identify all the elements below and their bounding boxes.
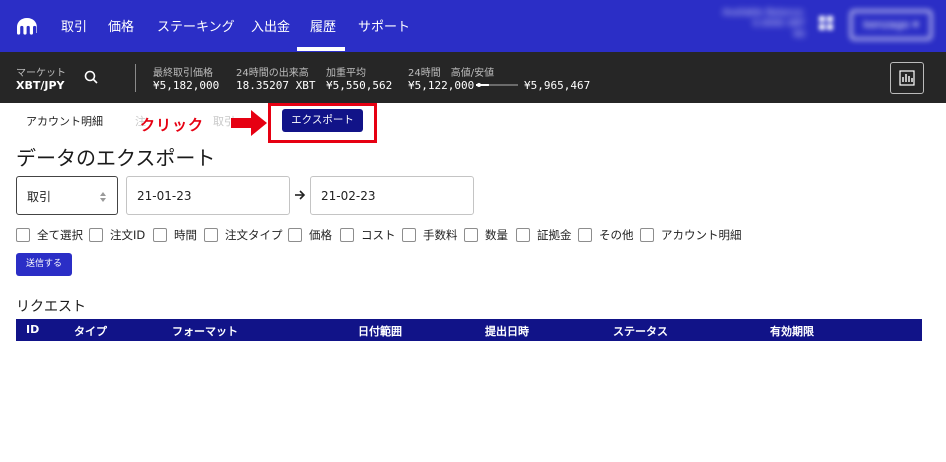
date-to-input[interactable]: 21-02-23 — [310, 176, 474, 215]
nav-item-history[interactable]: 履歴 — [310, 16, 336, 35]
requests-title: リクエスト — [16, 299, 86, 315]
balance-label: Available Balance: — [722, 8, 805, 18]
volume-label: 24時間の出来高 — [236, 68, 309, 79]
column-header-expiry[interactable]: 有効期限 — [770, 323, 814, 339]
nav-item-staking[interactable]: ステーキング — [157, 16, 235, 35]
range-slider-thumb — [476, 83, 481, 87]
user-menu-button[interactable]: kenzago ▾ — [850, 10, 932, 40]
nav-item-prices[interactable]: 価格 — [108, 16, 134, 35]
checkbox-ledger[interactable] — [640, 228, 654, 242]
search-icon[interactable] — [84, 70, 98, 84]
checkbox-label-cost: コスト — [361, 228, 396, 242]
checkbox-order-id[interactable] — [89, 228, 103, 242]
balance-xbt: 0.0000 XBT — [752, 19, 805, 29]
nav-item-support[interactable]: サポート — [358, 16, 410, 35]
checkbox-select-all[interactable] — [16, 228, 30, 242]
nav-item-trade[interactable]: 取引 — [61, 16, 87, 35]
page-title: データのエクスポート — [16, 146, 216, 170]
balance-extra: ¥0 — [793, 30, 805, 40]
checkbox-fee[interactable] — [402, 228, 416, 242]
vwap-value: ¥5,550,562 — [326, 79, 393, 92]
market-divider — [135, 64, 136, 92]
column-header-id[interactable]: ID — [26, 323, 39, 336]
column-header-date-range[interactable]: 日付範囲 — [358, 323, 402, 339]
checkbox-label-order-id: 注文ID — [110, 228, 146, 242]
checkbox-volume[interactable] — [464, 228, 478, 242]
checkbox-order-type[interactable] — [204, 228, 218, 242]
checkbox-label-select-all: 全て選択 — [37, 228, 83, 242]
last-price-value: ¥5,182,000 — [153, 79, 220, 92]
market-bar: マーケット XBT/JPY 最終取引価格 ¥5,182,000 24時間の出来高… — [0, 52, 946, 103]
range-slider — [476, 83, 518, 87]
last-price-label: 最終取引価格 — [153, 68, 213, 79]
apps-grid-icon[interactable] — [818, 15, 834, 31]
nav-item-funding[interactable]: 入出金 — [251, 16, 290, 35]
checkbox-label-time: 時間 — [174, 228, 197, 242]
tab-export[interactable]: エクスポート — [282, 109, 363, 132]
select-arrows-icon — [100, 192, 106, 202]
checkbox-price[interactable] — [288, 228, 302, 242]
range-high-value: ¥5,965,467 — [524, 79, 591, 92]
type-select[interactable]: 取引 — [16, 176, 118, 215]
tab-account-statement[interactable]: アカウント明細 — [26, 113, 103, 129]
checkbox-margin[interactable] — [516, 228, 530, 242]
checkbox-label-margin: 証拠金 — [537, 228, 572, 242]
vwap-label: 加重平均 — [326, 68, 366, 79]
date-from-input[interactable]: 21-01-23 — [126, 176, 290, 215]
red-arrow-icon — [231, 110, 267, 136]
date-to-value: 21-02-23 — [321, 189, 376, 203]
requests-table-header: ID タイプ フォーマット 日付範囲 提出日時 ステータス 有効期限 — [16, 319, 922, 341]
submit-button[interactable]: 送信する — [16, 253, 72, 276]
checkbox-label-volume: 数量 — [485, 228, 508, 242]
checkbox-label-ledger: アカウント明細 — [661, 228, 742, 242]
checkbox-label-order-type: 注文タイプ — [225, 228, 283, 242]
bar-chart-icon — [899, 70, 915, 86]
active-tab-indicator — [297, 47, 345, 51]
date-from-value: 21-01-23 — [137, 189, 192, 203]
checkbox-label-fee: 手数料 — [423, 228, 458, 242]
column-header-status[interactable]: ステータス — [613, 323, 668, 339]
checkbox-label-misc: その他 — [599, 228, 634, 242]
market-pair[interactable]: XBT/JPY — [16, 79, 65, 92]
kraken-logo-icon[interactable] — [16, 17, 38, 35]
balance-display: Available Balance: 0.0000 XBT ¥0 — [705, 8, 805, 42]
range-low-value: ¥5,122,000 — [408, 79, 475, 92]
column-header-type[interactable]: タイプ — [74, 323, 107, 339]
checkbox-cost[interactable] — [340, 228, 354, 242]
checkbox-misc[interactable] — [578, 228, 592, 242]
click-annotation: クリック — [140, 116, 205, 134]
market-label: マーケット — [16, 68, 66, 79]
column-header-submitted[interactable]: 提出日時 — [485, 323, 529, 339]
top-nav: 取引 価格 ステーキング 入出金 履歴 サポート Available Balan… — [0, 0, 946, 52]
column-header-format[interactable]: フォーマット — [172, 323, 238, 339]
type-select-value: 取引 — [27, 190, 52, 204]
chart-toggle-button[interactable] — [890, 62, 924, 94]
range-label: 24時間 高値/安値 — [408, 68, 495, 79]
checkbox-time[interactable] — [153, 228, 167, 242]
arrow-right-icon — [295, 190, 306, 200]
volume-value: 18.35207 XBT — [236, 79, 316, 92]
checkbox-label-price: 価格 — [309, 228, 332, 242]
